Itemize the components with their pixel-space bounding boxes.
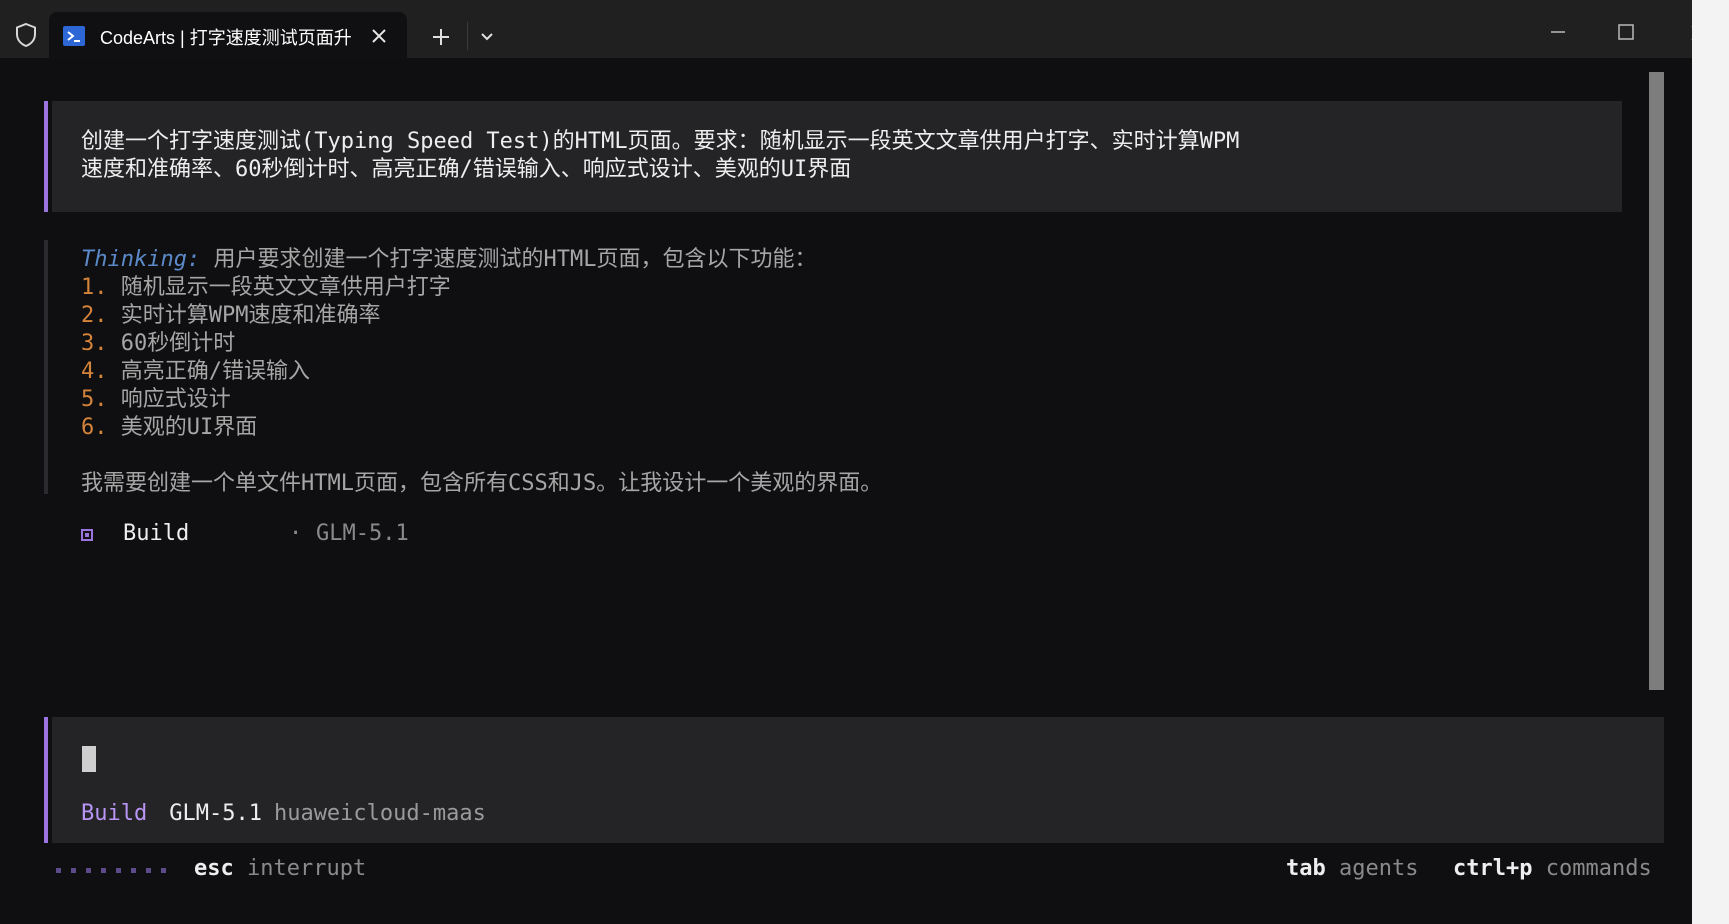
prompt-line-2: 速度和准确率、60秒倒计时、高亮正确/错误输入、响应式设计、美观的UI界面 <box>81 157 852 182</box>
user-prompt: 创建一个打字速度测试(Typing Speed Test)的HTML页面。要求：… <box>81 128 1601 184</box>
build-separator: · <box>289 521 303 546</box>
shield-icon[interactable] <box>14 22 38 48</box>
progress-dots <box>56 868 166 874</box>
agent-label[interactable]: Build <box>81 801 147 826</box>
thinking-conclusion: 我需要创建一个单文件HTML页面，包含所有CSS和JS。让我设计一个美观的界面。 <box>81 471 883 496</box>
tab-codearts[interactable]: CodeArts | 打字速度测试页面升 <box>49 12 407 60</box>
close-tab-icon[interactable] <box>367 24 391 48</box>
build-agent-label: Build <box>123 521 190 546</box>
toolbar-divider <box>467 22 468 50</box>
input-accent-bar <box>44 717 48 843</box>
commands-desc: commands <box>1545 856 1652 881</box>
commands-hint: ctrl+p commands <box>1453 856 1652 881</box>
model-label[interactable]: GLM-5.1 <box>169 801 262 826</box>
ctrl-p-key: ctrl+p <box>1453 856 1533 881</box>
esc-desc: interrupt <box>247 856 367 881</box>
prompt-line-1: 创建一个打字速度测试(Typing Speed Test)的HTML页面。要求：… <box>81 129 1240 154</box>
esc-hint: esc interrupt <box>194 856 366 881</box>
build-square-icon <box>81 529 93 541</box>
build-model-label: GLM-5.1 <box>316 521 409 546</box>
tab-desc: agents <box>1339 856 1419 881</box>
esc-key: esc <box>194 856 234 881</box>
maximize-icon[interactable] <box>1612 18 1640 46</box>
title-bar: CodeArts | 打字速度测试页面升 <box>0 0 1729 60</box>
list-text: 美观的UI界面 <box>107 415 258 440</box>
text-cursor <box>82 746 96 772</box>
chevron-down-icon[interactable] <box>475 24 499 48</box>
scrollbar-thumb[interactable] <box>1649 72 1664 690</box>
minimize-icon[interactable] <box>1544 20 1572 44</box>
terminal-icon <box>63 26 85 46</box>
provider-label: huaweicloud-maas <box>273 801 486 826</box>
tab-hint: tab agents <box>1286 856 1418 881</box>
input-status-line: Build GLM-5.1 huaweicloud-maas <box>81 801 486 826</box>
prompt-accent-bar <box>44 101 48 212</box>
background-window-edge <box>1692 0 1729 924</box>
thinking-gutter-bar <box>44 240 48 494</box>
list-item: 6. 美观的UI界面 <box>81 409 257 441</box>
tab-key: tab <box>1286 856 1326 881</box>
list-number: 6. <box>81 415 108 440</box>
new-tab-icon[interactable] <box>428 24 454 50</box>
tab-title: CodeArts | 打字速度测试页面升 <box>100 28 352 48</box>
